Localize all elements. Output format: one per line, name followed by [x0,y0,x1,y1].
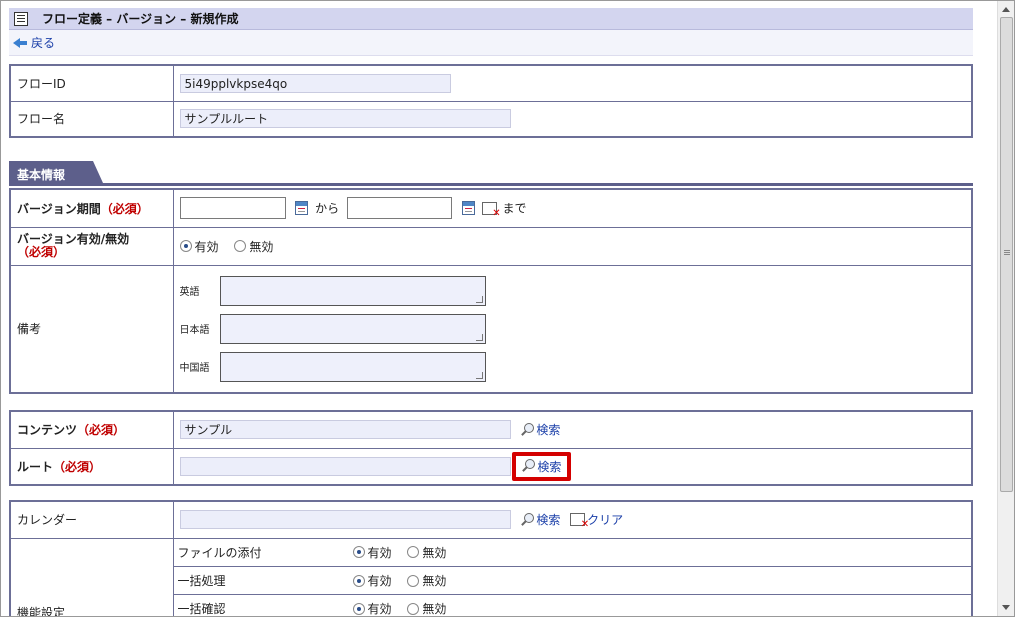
content-label-cell: コンテンツ（必須） [9,410,174,449]
lang-zh-label: 中国語 [179,363,210,375]
content-value: サンプル [179,420,511,440]
back-arrow-icon[interactable] [13,37,27,48]
feature-on-label: 有効 [367,602,392,617]
remarks-ja-textarea[interactable] [219,313,486,344]
feature-off-radio[interactable] [407,546,420,559]
calendar-icon[interactable] [461,201,475,216]
required-mark: （必須） [17,245,66,259]
route-value [179,456,511,476]
back-bar: 戻る [9,30,973,56]
feature-off-label: 無効 [422,545,447,560]
feature-row: ファイルの添付 有効 無効 [173,538,971,567]
calendar-label: カレンダー [9,500,174,539]
scrollbar-thumb[interactable] [1000,17,1013,492]
version-period-label-cell: バージョン期間（必須） [9,188,174,228]
feature-row: 一括処理 有効 無効 [173,566,971,595]
lang-en-label: 英語 [179,287,200,299]
calendar-value [179,510,511,530]
flow-info-table: フローID 5i49pplvkpse4qo フロー名 サンプルルート [9,64,973,138]
document-icon [14,11,28,26]
route-label-cell: ルート（必須） [9,447,174,486]
feature-name: 一括処理 [173,566,349,595]
page-title: フロー定義 – バージョン – 新規作成 [42,12,239,26]
remarks-en-textarea[interactable] [219,275,486,306]
version-disabled-option: 無効 [249,239,274,254]
remarks-label: 備考 [9,264,174,394]
feature-on-radio[interactable] [352,602,365,615]
required-mark: （必須） [53,459,102,474]
version-enabled-label: バージョン有効/無効 [17,232,130,246]
vertical-scrollbar[interactable] [997,1,1014,616]
lang-ja-label: 日本語 [179,325,210,337]
period-end-input[interactable] [347,197,452,220]
scroll-up-arrow-icon[interactable] [1002,7,1010,12]
route-label: ルート [17,459,54,474]
flow-id-value: 5i49pplvkpse4qo [179,73,451,93]
clear-icon[interactable] [481,201,501,219]
feature-name: 一括確認 [177,602,226,617]
feature-row: 一括確認 有効 無効 [174,595,972,617]
route-search-highlight: 検索 [512,451,572,481]
tab-basic-info[interactable]: 基本情報 [9,161,103,183]
feature-on-radio[interactable] [352,546,365,559]
version-enabled-option: 有効 [194,239,219,254]
feature-on-label: 有効 [367,574,392,588]
search-icon[interactable] [520,422,535,437]
search-icon[interactable] [521,459,536,473]
section-tab-bar: 基本情報 [9,161,973,186]
content-search-link[interactable]: 検索 [536,423,560,437]
feature-off-label: 無効 [422,574,447,588]
feature-off-radio[interactable] [407,602,420,615]
version-period-label: バージョン期間 [17,201,101,216]
feature-name: ファイルの添付 [173,538,349,567]
grip-icon [1004,250,1010,251]
feature-off-label: 無効 [422,602,447,617]
period-start-input[interactable] [179,197,286,220]
features-label: 機能設定 [9,537,174,616]
clear-icon[interactable] [570,513,589,530]
feature-off-radio[interactable] [407,574,420,587]
calendar-icon[interactable] [295,201,309,216]
version-enabled-radio[interactable] [179,240,192,252]
flow-id-label: フローID [9,64,174,102]
search-icon[interactable] [520,512,535,527]
back-link[interactable]: 戻る [31,34,55,51]
calendar-clear-link[interactable]: クリア [587,513,623,527]
content-route-table: コンテンツ（必須） サンプル 検索 ルート（必須） 検索 [9,410,973,486]
window-frame: フロー定義 – バージョン – 新規作成 戻る フローID 5i49pplvkp… [0,0,1015,617]
features-table: ファイルの添付 有効 無効 一括処理 有効 無効 一括確認 有効 無効 [173,538,972,617]
flow-name-label: フロー名 [9,100,174,138]
basic-info-table: バージョン期間（必須） から まで バージョン有効/無効 （必須） 有効 無効 [9,188,973,394]
flow-name-value: サンプルルート [179,109,511,129]
calendar-search-link[interactable]: 検索 [536,513,560,527]
scroll-down-arrow-icon[interactable] [1002,605,1010,610]
required-mark: （必須） [100,201,149,216]
version-enabled-label-cell: バージョン有効/無効 （必須） [9,226,174,266]
route-search-link[interactable]: 検索 [537,460,561,474]
from-label: から [315,201,340,216]
to-label: まで [502,201,527,216]
content-label: コンテンツ [17,423,78,438]
version-disabled-radio[interactable] [234,240,247,252]
remarks-zh-textarea[interactable] [219,351,486,382]
required-mark: （必須） [77,423,126,438]
page-header: フロー定義 – バージョン – 新規作成 [9,8,973,30]
feature-on-radio[interactable] [352,574,365,587]
calendar-features-table: カレンダー 検索 クリア 機能設定 ファイルの添付 有効 無効 [9,500,973,617]
feature-on-label: 有効 [367,545,392,560]
